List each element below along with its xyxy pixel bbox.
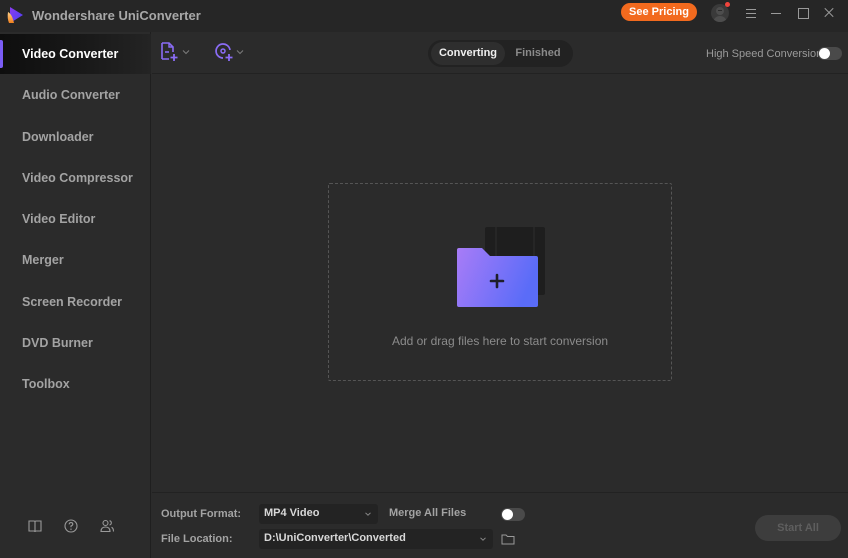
merge-all-files-toggle[interactable]: [501, 508, 525, 521]
add-folder-icon: [457, 227, 545, 307]
app-window: Wondershare UniConverter See Pricing Vid…: [0, 0, 848, 558]
bottom-bar: Output Format: MP4 Video Merge All Files…: [152, 492, 848, 558]
file-location-value: D:\UniConverter\Converted: [264, 532, 406, 544]
open-folder-icon[interactable]: [501, 533, 515, 545]
avatar-body-icon: [713, 16, 727, 22]
start-all-button[interactable]: Start All: [755, 515, 841, 541]
sidebar-item-label: Merger: [22, 253, 64, 267]
close-icon[interactable]: [821, 5, 837, 21]
high-speed-conversion-label: High Speed Conversion: [706, 48, 823, 60]
sidebar-item-label: Audio Converter: [22, 88, 120, 102]
sidebar-item-label: Toolbox: [22, 377, 70, 391]
add-file-icon: [161, 42, 178, 61]
sidebar-item-toolbox[interactable]: Toolbox: [0, 364, 151, 404]
community-icon[interactable]: [99, 518, 115, 534]
chevron-down-icon: [480, 537, 486, 541]
add-files-button[interactable]: [160, 42, 194, 64]
chevron-down-icon: [365, 512, 371, 516]
sidebar-item-label: Downloader: [22, 130, 94, 144]
file-location-label: File Location:: [161, 533, 233, 545]
add-disc-icon: [215, 43, 233, 61]
guide-book-icon[interactable]: [27, 518, 43, 534]
tab-converting[interactable]: Converting: [431, 42, 505, 65]
file-drop-zone[interactable]: Add or drag files here to start conversi…: [328, 183, 672, 381]
chevron-down-icon: [236, 50, 244, 55]
title-bar: Wondershare UniConverter See Pricing: [0, 0, 848, 32]
sidebar-item-label: DVD Burner: [22, 336, 93, 350]
output-format-value: MP4 Video: [264, 507, 320, 519]
app-logo-icon: [7, 7, 23, 23]
sidebar-item-label: Video Editor: [22, 212, 96, 226]
avatar-head-icon: [716, 7, 724, 15]
sidebar-item-video-converter[interactable]: Video Converter: [0, 34, 151, 74]
status-tabs: Converting Finished: [428, 40, 573, 67]
maximize-icon[interactable]: [795, 5, 811, 21]
output-format-select[interactable]: MP4 Video: [259, 504, 378, 524]
notification-dot: [725, 2, 730, 7]
sidebar-item-label: Video Converter: [22, 47, 119, 61]
output-format-label: Output Format:: [161, 508, 242, 520]
chevron-down-icon: [182, 50, 190, 55]
minimize-icon[interactable]: [768, 5, 784, 21]
file-location-select[interactable]: D:\UniConverter\Converted: [259, 529, 493, 549]
menu-icon[interactable]: [743, 5, 759, 21]
sidebar-item-downloader[interactable]: Downloader: [0, 117, 151, 157]
sidebar-footer: [0, 518, 151, 538]
sidebar-item-dvd-burner[interactable]: DVD Burner: [0, 323, 151, 363]
tab-finished[interactable]: Finished: [506, 42, 570, 65]
sidebar-item-merger[interactable]: Merger: [0, 240, 151, 280]
drop-zone-hint: Add or drag files here to start conversi…: [391, 334, 609, 348]
sidebar-item-audio-converter[interactable]: Audio Converter: [0, 75, 151, 115]
see-pricing-button[interactable]: See Pricing: [621, 3, 697, 21]
help-icon[interactable]: [63, 518, 79, 534]
sidebar-item-video-editor[interactable]: Video Editor: [0, 199, 151, 239]
sidebar-item-video-compressor[interactable]: Video Compressor: [0, 158, 151, 198]
high-speed-conversion-toggle[interactable]: [818, 47, 842, 60]
app-title: Wondershare UniConverter: [32, 8, 201, 23]
sidebar-item-label: Video Compressor: [22, 171, 133, 185]
sidebar: Video Converter Audio Converter Download…: [0, 32, 151, 558]
sidebar-item-screen-recorder[interactable]: Screen Recorder: [0, 282, 151, 322]
sidebar-item-label: Screen Recorder: [22, 295, 123, 309]
merge-all-files-label: Merge All Files: [389, 507, 467, 519]
add-dvd-button[interactable]: [214, 42, 248, 64]
